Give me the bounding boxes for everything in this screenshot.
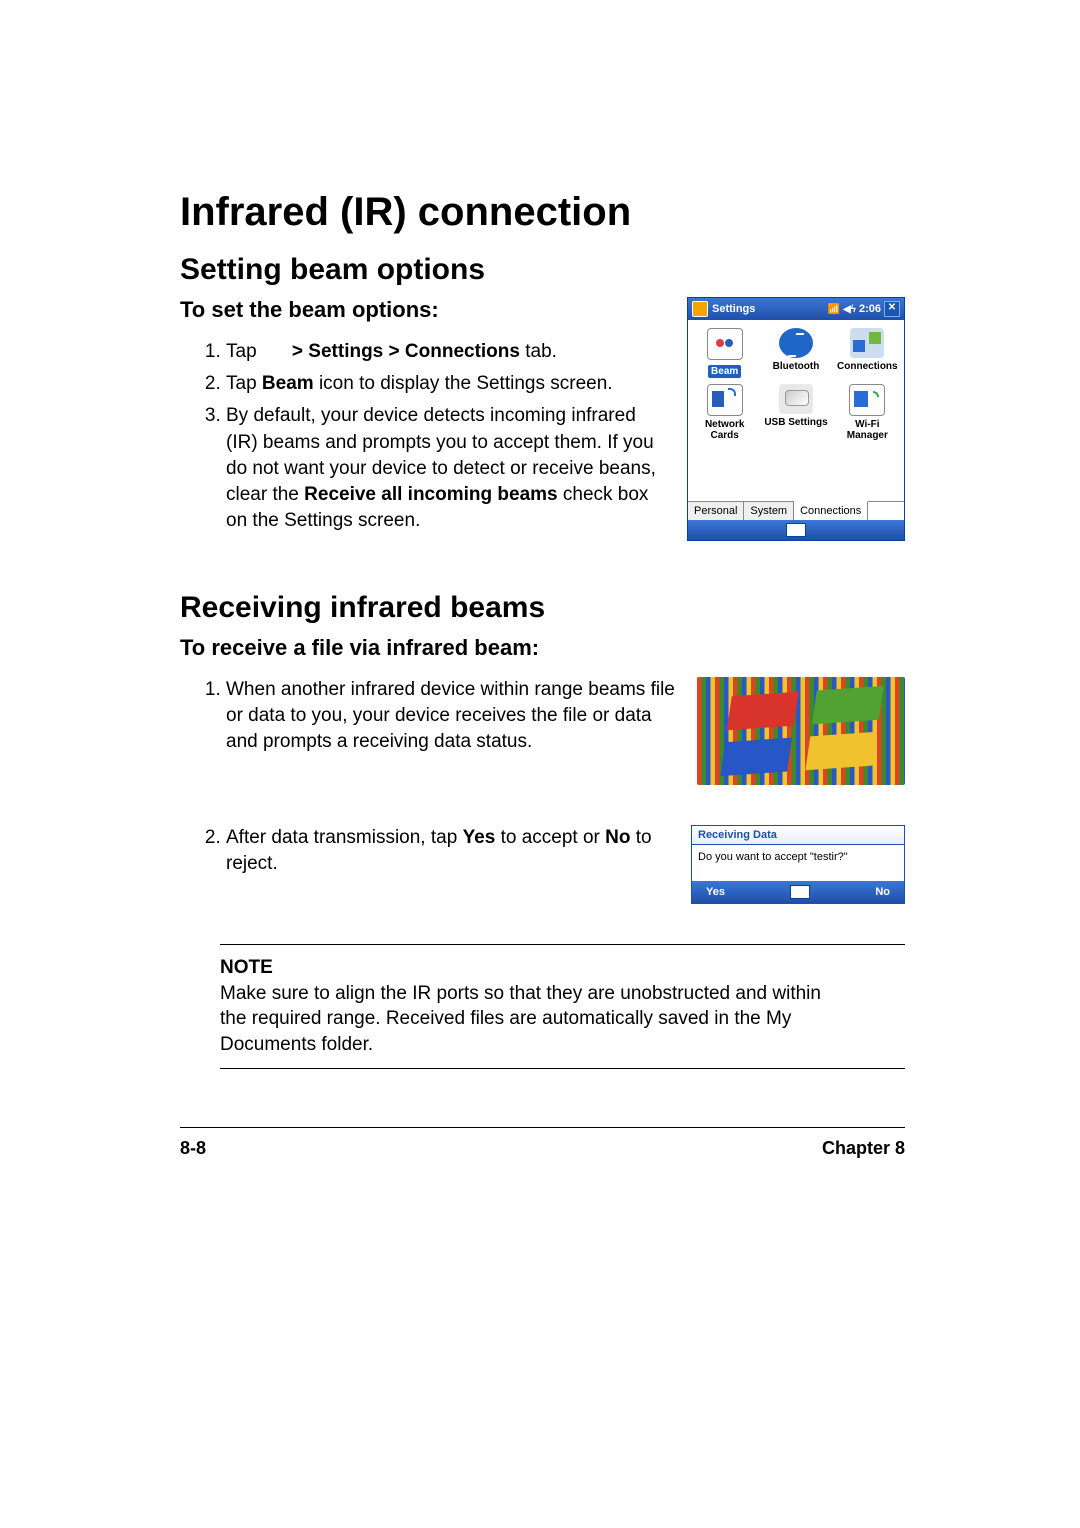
- bold-text: Receive all incoming beams: [304, 484, 557, 505]
- screenshot-windows-logo: [697, 677, 905, 785]
- settings-item-wifi-manager[interactable]: Wi-Fi Manager: [835, 384, 900, 441]
- settings-item-connections[interactable]: Connections: [835, 328, 900, 378]
- close-icon[interactable]: ✕: [884, 301, 900, 317]
- keyboard-icon[interactable]: [786, 523, 806, 537]
- list-item: Tap Beam icon to display the Settings sc…: [226, 371, 667, 397]
- bold-text: Yes: [463, 827, 496, 848]
- tab-personal[interactable]: Personal: [688, 502, 744, 520]
- section-heading-setting-beam: Setting beam options: [180, 253, 905, 287]
- settings-item-usb-settings[interactable]: USB Settings: [763, 384, 828, 441]
- yes-button[interactable]: Yes: [706, 886, 725, 898]
- list-item: By default, your device detects incoming…: [226, 403, 667, 534]
- subheading-receive-file: To receive a file via infrared beam:: [180, 635, 905, 661]
- windows-logo-icon: [692, 301, 708, 317]
- bold-text: Beam: [262, 373, 314, 394]
- soft-key-bar: [688, 520, 904, 540]
- network-cards-icon: [707, 384, 743, 416]
- window-titlebar: Settings 📶 ◀ϟ 2:06 ✕: [688, 298, 904, 320]
- clock-text: 2:06: [859, 303, 881, 315]
- bluetooth-icon: [779, 328, 813, 358]
- window-title: Settings: [712, 303, 755, 315]
- wifi-icon: [849, 384, 885, 416]
- screenshot-settings: Settings 📶 ◀ϟ 2:06 ✕ Beam Bluetooth Conn…: [687, 297, 905, 541]
- subheading-set-beam: To set the beam options:: [180, 297, 667, 323]
- tab-system[interactable]: System: [744, 502, 794, 520]
- list-item: After data transmission, tap Yes to acce…: [226, 825, 671, 877]
- list-item: When another infrared device within rang…: [226, 677, 677, 756]
- dialog-body: Do you want to accept "testir?": [692, 844, 904, 881]
- beam-icon: [707, 328, 743, 360]
- steps-set-beam: Tap > Settings > Connections tab. Tap Be…: [180, 339, 667, 535]
- settings-item-bluetooth[interactable]: Bluetooth: [763, 328, 828, 378]
- bold-text: No: [605, 827, 630, 848]
- usb-icon: [779, 384, 813, 414]
- keyboard-icon[interactable]: [790, 885, 810, 899]
- settings-tabs: Personal System Connections: [688, 501, 904, 520]
- bold-text: > Settings > Connections: [292, 341, 520, 362]
- no-button[interactable]: No: [875, 886, 890, 898]
- settings-item-beam[interactable]: Beam: [692, 328, 757, 378]
- dialog-title: Receiving Data: [692, 826, 904, 844]
- note-text: Make sure to align the IR ports so that …: [220, 981, 825, 1058]
- note-block: NOTE Make sure to align the IR ports so …: [220, 944, 905, 1069]
- page-number: 8-8: [180, 1138, 206, 1159]
- tab-connections[interactable]: Connections: [794, 501, 868, 520]
- page-footer: 8-8 Chapter 8: [180, 1127, 905, 1159]
- page-title: Infrared (IR) connection: [180, 190, 905, 235]
- connections-icon: [850, 328, 884, 358]
- signal-icon: 📶 ◀ϟ: [828, 304, 856, 315]
- settings-item-network-cards[interactable]: Network Cards: [692, 384, 757, 441]
- steps-receive: When another infrared device within rang…: [180, 677, 677, 756]
- note-label: NOTE: [220, 955, 296, 981]
- list-item: Tap > Settings > Connections tab.: [226, 339, 667, 365]
- chapter-label: Chapter 8: [822, 1138, 905, 1159]
- section-heading-receiving: Receiving infrared beams: [180, 591, 905, 625]
- screenshot-receiving-dialog: Receiving Data Do you want to accept "te…: [691, 825, 905, 904]
- steps-receive-2: After data transmission, tap Yes to acce…: [180, 825, 671, 877]
